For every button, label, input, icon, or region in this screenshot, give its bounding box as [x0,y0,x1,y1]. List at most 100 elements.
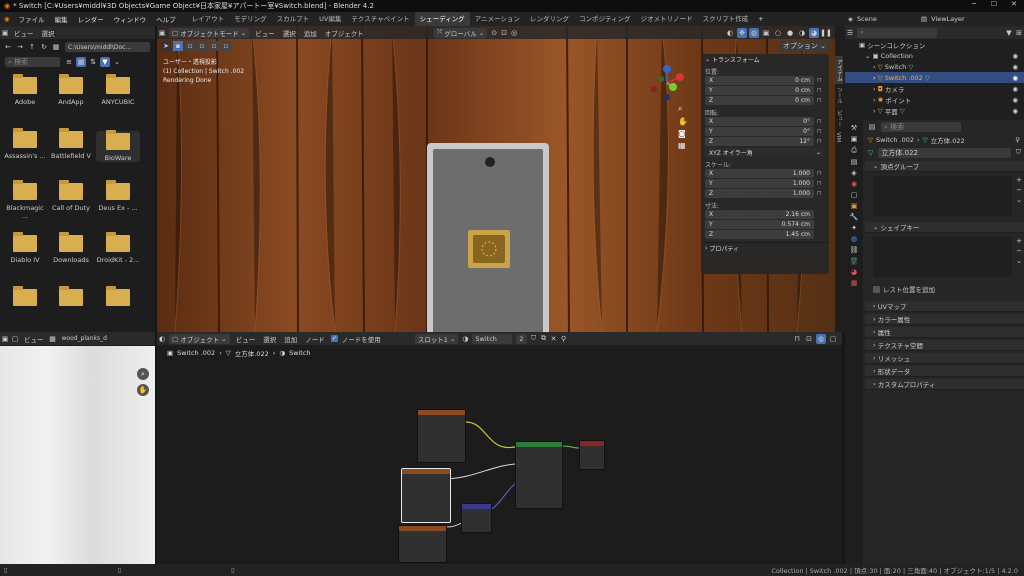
scale-z-field[interactable]: Z 1.000 [705,189,814,198]
close-button[interactable]: ✕ [1004,0,1024,12]
node-add-menu[interactable]: 追加 [280,334,301,344]
scale-y-field[interactable]: Y 1.000 [705,179,814,188]
select-invert-icon[interactable]: ▫ [209,41,219,51]
menu-file[interactable]: ファイル [14,14,50,24]
lock-icon[interactable]: ⊓ [817,77,825,84]
lock-icon[interactable]: ⊓ [817,170,825,177]
new-collection-icon[interactable]: ⊞ [1014,28,1024,38]
editor-type-icon[interactable]: ☰ [845,28,855,38]
menu-help[interactable]: ヘルプ [151,14,181,24]
ortho-grid-icon[interactable]: ▦ [678,141,688,150]
scene-name[interactable]: Scene [857,15,917,23]
editor-type-icon[interactable]: ▣ [0,334,10,344]
select-subtract-icon[interactable]: ▫ [197,41,207,51]
image-texture-node[interactable] [398,525,447,563]
visibility-eye-icon[interactable]: ◉ [1012,107,1024,115]
outliner-row[interactable]: › ▽ Switch ▽ ◉ [845,61,1024,72]
folder-item[interactable]: Deus Ex - ... [96,180,140,212]
shape-keys-listbox[interactable] [873,237,1012,277]
proportional-edit-icon[interactable]: ◎ [509,28,519,38]
viewport-add-menu[interactable]: 追加 [300,28,321,38]
scale-x-field[interactable]: X 1.000 [705,169,814,178]
vertex-groups-listbox[interactable] [873,176,1012,216]
tab-uv[interactable]: UV編集 [314,12,346,26]
uv-maps-header[interactable]: › UVマップ [865,301,1024,312]
file-search-input[interactable]: ⌕ 検索 [5,57,60,67]
folder-item[interactable]: Adobe [3,74,47,106]
texture-space-header[interactable]: › テクスチャ空間 [865,340,1024,351]
viewport-object-menu[interactable]: オブジェクト [321,28,368,38]
view-layer-name[interactable]: ViewLayer [931,15,965,23]
viewport-view-menu[interactable]: ビュー [251,28,279,38]
zoom-icon[interactable]: ⌕ [678,104,688,114]
settings-chevron-icon[interactable]: ⌄ [112,57,122,67]
editor-type-icon[interactable]: ▣ [157,28,167,38]
image-texture-node[interactable] [417,409,466,463]
cursor-tool-icon[interactable]: ➤ [161,41,171,51]
lock-icon[interactable]: ⊓ [817,190,825,197]
menu-render[interactable]: レンダー [73,14,109,24]
options-dropdown[interactable]: オプション ⌄ [779,41,829,51]
zoom-icon[interactable]: ⌕ [137,368,149,380]
outliner-row[interactable]: › ▽ 平面 ▽ ◉ [845,105,1024,116]
material-users-count[interactable]: 2 [516,333,527,344]
forward-arrow-icon[interactable]: → [15,42,25,52]
shader-type-select[interactable]: ▢ オブジェクト ⌄ [169,333,230,344]
visibility-icon[interactable]: ◐ [725,28,735,38]
texture-preview[interactable]: ⌕ ✋ [0,346,155,564]
rotation-x-field[interactable]: X 0° [705,117,814,126]
tab-shading[interactable]: シェーディング [414,12,470,26]
add-icon[interactable]: + [1016,176,1022,184]
menu-edit[interactable]: 編集 [50,14,73,24]
folder-item[interactable]: Call of Duty [49,180,93,212]
location-y-field[interactable]: Y0 cm [705,86,814,95]
rotation-z-field[interactable]: Z 12° [705,137,814,146]
world-tab-icon[interactable]: ◉ [851,180,857,188]
scene-collection-row[interactable]: ▣ シーンコレクション [845,39,1024,50]
shape-keys-header[interactable]: ⌄ シェイプキー [865,222,1024,233]
tab-compositing[interactable]: コンポジティング [574,12,636,26]
material-sphere-icon[interactable]: ◑ [460,334,470,344]
lock-icon[interactable]: ⊓ [817,138,825,145]
image-mode-icon[interactable]: ▢ [10,334,20,344]
transform-panel-header[interactable]: ⌄ トランスフォーム [701,54,829,65]
dimension-y-field[interactable]: Y 0.574 cm [705,220,814,229]
texture-tab-icon[interactable]: ▦ [851,279,858,287]
folder-item[interactable]: Downloads [49,232,93,264]
mode-select[interactable]: ▢ オブジェクトモード ⌄ [169,27,250,38]
fake-user-shield-icon[interactable]: ⛉ [1016,148,1021,157]
object-tab-icon[interactable]: ▣ [851,202,858,210]
grid-view-icon[interactable]: ▦ [76,57,86,67]
particles-tab-icon[interactable]: ✦ [851,224,857,232]
tab-modeling[interactable]: モデリング [229,12,272,26]
principled-bsdf-node[interactable] [515,441,563,509]
use-nodes-checkbox[interactable]: ✓ [330,335,338,342]
tab-rendering[interactable]: レンダリング [525,12,574,26]
material-name-field[interactable]: Switch [472,333,513,344]
folder-item[interactable]: BioWare [96,130,140,162]
rotation-y-field[interactable]: Y 0° [705,127,814,136]
select-new-icon[interactable]: ▪ [173,41,183,51]
pause-icon[interactable]: ❚❚ [820,28,832,38]
output-tab-icon[interactable]: ⎙ [851,146,857,155]
file-view-menu[interactable]: ビュー [10,28,38,38]
tab-scripting[interactable]: スクリプト作成 [698,12,754,26]
snap-icon[interactable]: ⊓ [792,334,802,344]
dimension-z-field[interactable]: Z 1.45 cm [705,230,814,239]
solid-shading-icon[interactable]: ● [785,28,795,38]
chevron-down-icon[interactable]: ⌄ [1016,196,1022,204]
view-layer-tab-icon[interactable]: ▤ [851,158,858,166]
folder-item[interactable]: Blackmagic ... [3,180,47,220]
back-arrow-icon[interactable]: ← [3,42,13,52]
3d-viewport[interactable]: ▣ ▢ オブジェクトモード ⌄ ビュー 選択 追加 オブジェクト ⤧ グローバル… [157,26,835,332]
image-name-field[interactable]: wood_planks_d [58,335,111,342]
remesh-header[interactable]: › リメッシュ [865,353,1024,364]
minimize-button[interactable]: ─ [964,0,984,12]
wireframe-shading-icon[interactable]: ○ [773,28,783,38]
filter-icon[interactable]: ▼ [1004,28,1014,38]
tool-tab-icon[interactable]: ⚒ [851,124,857,132]
constraints-tab-icon[interactable]: ⛓ [850,246,859,254]
render-tab-icon[interactable]: ▣ [851,135,858,143]
color-attributes-header[interactable]: › カラー属性 [865,314,1024,325]
tab-animation[interactable]: アニメーション [470,12,525,26]
